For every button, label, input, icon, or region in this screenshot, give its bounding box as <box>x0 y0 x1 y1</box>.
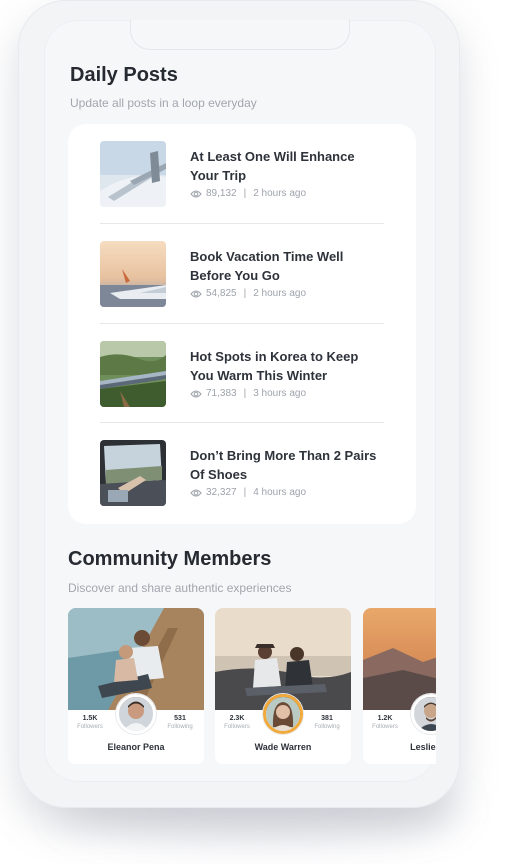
followers-label: Followers <box>224 724 250 730</box>
members-carousel[interactable]: 1.5K Followers 531 Following Eleanor Pen… <box>68 608 436 768</box>
post-views: 32,327 <box>206 487 237 498</box>
post-item[interactable]: Hot Spots in Korea to Keep You Warm This… <box>100 341 384 407</box>
followers-stat: 1.2K Followers <box>365 715 405 730</box>
community-members-title: Community Members <box>68 548 272 570</box>
following-count: 531 <box>174 715 186 722</box>
member-card[interactable]: 1.2K Followers Leslie Ale <box>363 608 436 764</box>
post-time: 2 hours ago <box>253 288 307 299</box>
community-members-subtitle: Discover and share authentic experiences <box>68 581 292 595</box>
eye-icon <box>190 390 202 397</box>
post-divider <box>100 422 384 423</box>
following-label: Following <box>167 724 193 730</box>
post-item[interactable]: At Least One Will Enhance Your Trip 89,1… <box>100 141 384 207</box>
post-views: 54,825 <box>206 288 237 299</box>
post-time: 3 hours ago <box>253 388 307 399</box>
post-thumbnail[interactable] <box>100 341 166 407</box>
post-title[interactable]: At Least One Will Enhance Your Trip <box>190 147 380 185</box>
avatar[interactable] <box>116 694 156 734</box>
post-title[interactable]: Book Vacation Time Well Before You Go <box>190 247 380 285</box>
daily-posts-subtitle: Update all posts in a loop everyday <box>70 96 257 110</box>
post-views: 71,383 <box>206 388 237 399</box>
followers-count: 1.2K <box>377 715 393 722</box>
daily-posts-card: At Least One Will Enhance Your Trip 89,1… <box>68 124 416 524</box>
followers-stat: 1.5K Followers <box>70 715 110 730</box>
member-card[interactable]: 2.3K Followers 381 Following Wade Warren <box>215 608 351 764</box>
eye-icon <box>190 290 202 297</box>
phone-notch <box>130 20 350 50</box>
post-time: 2 hours ago <box>253 188 307 199</box>
meta-separator: | <box>243 388 247 399</box>
post-divider <box>100 323 384 324</box>
meta-separator: | <box>243 188 247 199</box>
followers-label: Followers <box>77 724 103 730</box>
post-item[interactable]: Don’t Bring More Than 2 Pairs Of Shoes 3… <box>100 440 384 506</box>
post-item[interactable]: Book Vacation Time Well Before You Go 54… <box>100 241 384 307</box>
member-card[interactable]: 1.5K Followers 531 Following Eleanor Pen… <box>68 608 204 764</box>
eye-icon <box>190 489 202 496</box>
meta-separator: | <box>243 288 247 299</box>
post-thumbnail[interactable] <box>100 141 166 207</box>
post-meta: 71,383 | 3 hours ago <box>190 388 306 399</box>
member-name[interactable]: Eleanor Pena <box>68 742 204 752</box>
stage: Daily Posts Update all posts in a loop e… <box>0 0 524 864</box>
member-name[interactable]: Wade Warren <box>215 742 351 752</box>
member-name[interactable]: Leslie Ale <box>363 742 436 752</box>
following-stat: 531 Following <box>160 715 200 730</box>
post-thumbnail[interactable] <box>100 440 166 506</box>
post-views: 89,132 <box>206 188 237 199</box>
daily-posts-title: Daily Posts <box>70 64 178 86</box>
post-meta: 89,132 | 2 hours ago <box>190 188 306 199</box>
post-meta: 54,825 | 2 hours ago <box>190 288 306 299</box>
post-divider <box>100 223 384 224</box>
avatar[interactable] <box>263 694 303 734</box>
post-time: 4 hours ago <box>253 487 307 498</box>
post-meta: 32,327 | 4 hours ago <box>190 487 306 498</box>
post-title[interactable]: Don’t Bring More Than 2 Pairs Of Shoes <box>190 446 380 484</box>
followers-count: 2.3K <box>229 715 245 722</box>
followers-label: Followers <box>372 724 398 730</box>
followers-stat: 2.3K Followers <box>217 715 257 730</box>
following-count: 381 <box>321 715 333 722</box>
eye-icon <box>190 190 202 197</box>
post-title[interactable]: Hot Spots in Korea to Keep You Warm This… <box>190 347 380 385</box>
followers-count: 1.5K <box>82 715 98 722</box>
following-stat: 381 Following <box>307 715 347 730</box>
post-thumbnail[interactable] <box>100 241 166 307</box>
following-label: Following <box>314 724 340 730</box>
meta-separator: | <box>243 487 247 498</box>
